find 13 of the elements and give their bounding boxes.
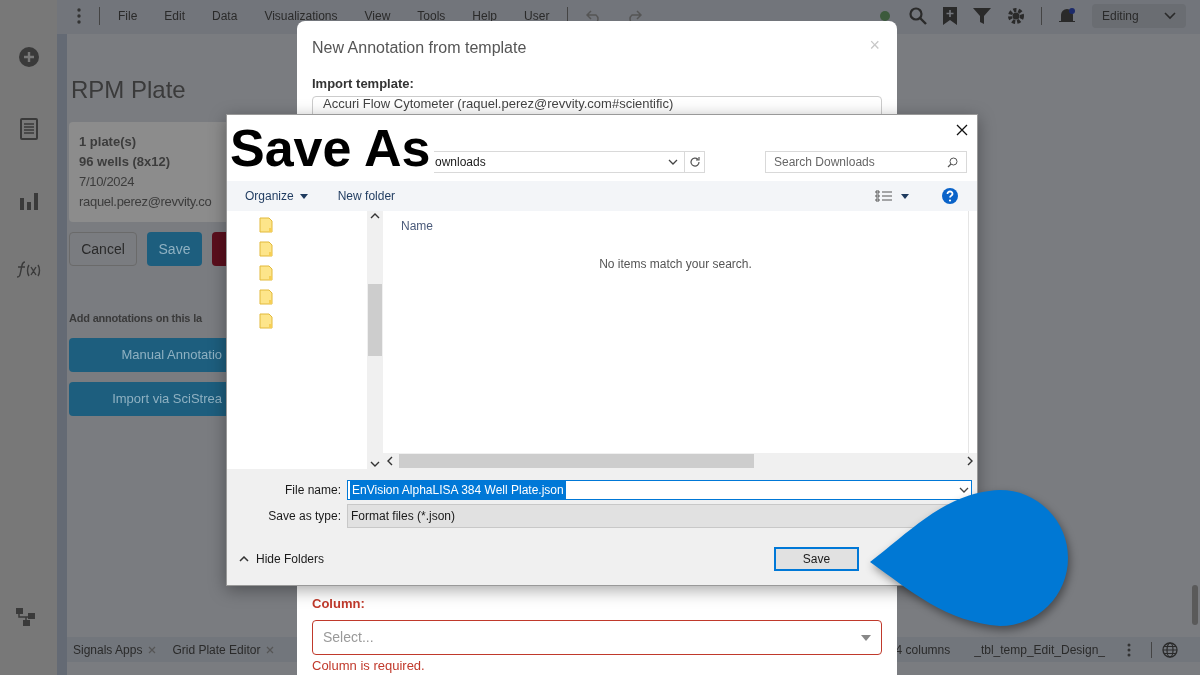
field-label: Column: (312, 594, 366, 613)
info-line: 1 plate(s) (79, 133, 137, 151)
field-label: Save as type: (267, 508, 342, 525)
modal-title: New Annotation from template (312, 38, 527, 58)
page-title: RPM Plate (71, 75, 186, 105)
field-label: Import template: (312, 75, 415, 93)
field-label: File name: (283, 482, 342, 499)
annotations-heading: Add annotations on this la (69, 311, 202, 326)
info-line: raquel.perez@revvity.co (79, 193, 212, 211)
info-line: 7/10/2024 (79, 173, 135, 191)
error-message: Column is required. (312, 658, 426, 673)
info-line: 96 wells (8x12) (79, 153, 171, 171)
empty-message: No items match your search. (599, 256, 752, 273)
